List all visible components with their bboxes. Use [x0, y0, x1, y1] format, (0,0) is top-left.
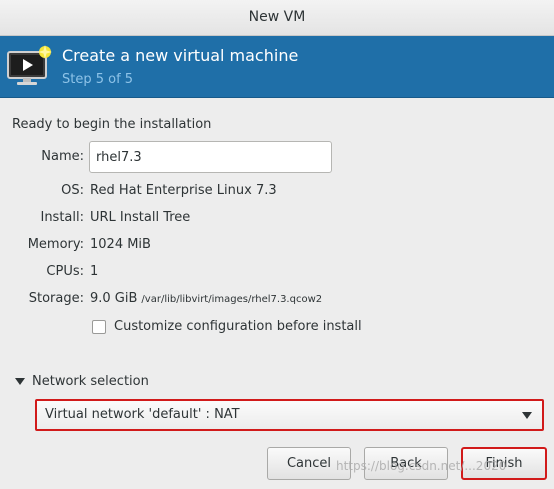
window-titlebar: New VM	[0, 0, 554, 36]
network-selection-expander[interactable]: Network selection	[32, 374, 149, 389]
expander-arrow-icon[interactable]	[15, 378, 25, 386]
summary-heading: Ready to begin the installation	[12, 117, 212, 132]
storage-label: Storage:	[28, 291, 84, 306]
network-select-value: Virtual network 'default' : NAT	[45, 407, 240, 422]
step-banner: Create a new virtual machine Step 5 of 5	[0, 36, 554, 98]
vm-name-input[interactable]	[89, 141, 332, 173]
storage-size: 9.0 GiB	[90, 291, 138, 306]
window-title: New VM	[248, 9, 306, 25]
customize-checkbox-label[interactable]: Customize configuration before install	[114, 319, 362, 334]
os-value: Red Hat Enterprise Linux 7.3	[90, 183, 277, 198]
storage-value-row: 9.0 GiB/var/lib/libvirt/images/rhel7.3.q…	[90, 291, 322, 306]
os-label: OS:	[61, 183, 84, 198]
step-indicator: Step 5 of 5	[62, 72, 134, 87]
memory-label: Memory:	[27, 237, 84, 252]
cpus-value: 1	[90, 264, 99, 279]
install-value: URL Install Tree	[90, 210, 191, 225]
watermark: https://blog.csdn.net/...2020	[336, 459, 507, 473]
storage-path: /var/lib/libvirt/images/rhel7.3.qcow2	[141, 294, 323, 305]
name-label: Name:	[41, 149, 84, 164]
install-label: Install:	[40, 210, 84, 225]
memory-value: 1024 MiB	[90, 237, 151, 252]
dropdown-arrow-icon	[522, 412, 532, 419]
cpus-label: CPUs:	[46, 264, 84, 279]
customize-checkbox[interactable]	[92, 320, 106, 334]
network-select[interactable]: Virtual network 'default' : NAT	[35, 399, 544, 431]
banner-title: Create a new virtual machine	[62, 46, 299, 65]
monitor-play-icon	[7, 45, 52, 85]
